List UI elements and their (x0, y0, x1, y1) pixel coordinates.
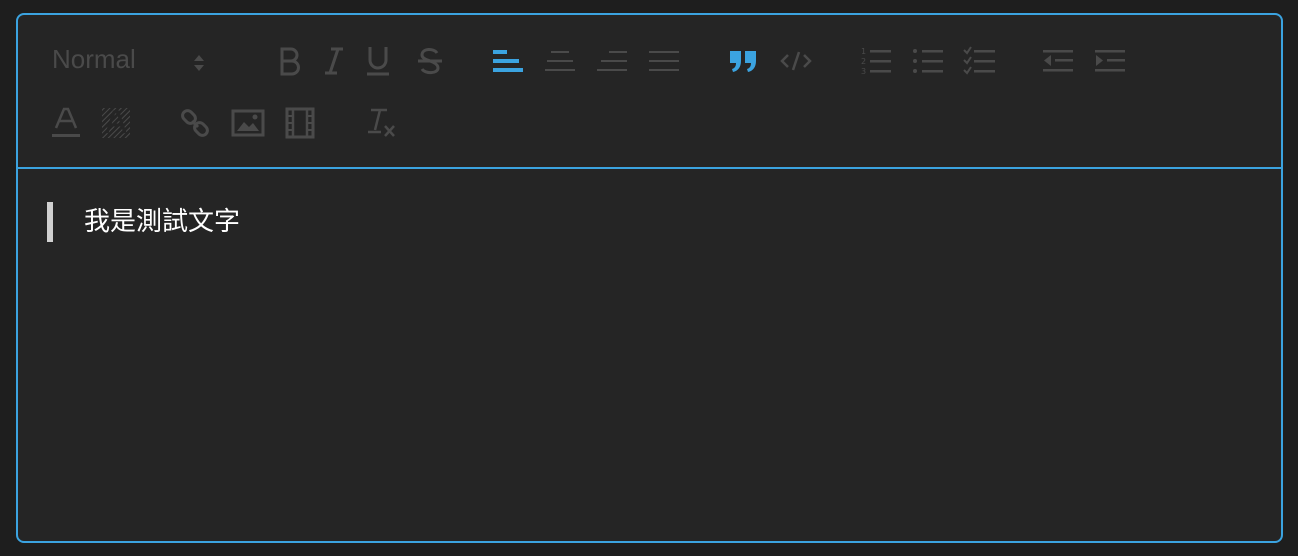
blockquote-button[interactable] (724, 41, 764, 81)
clear-format-icon (368, 108, 395, 137)
header-select[interactable]: Normal (52, 39, 212, 79)
text-color-button[interactable] (46, 103, 86, 143)
image-button[interactable] (228, 103, 268, 143)
underline-icon (367, 47, 389, 76)
editor-content[interactable]: 我是測試文字 (18, 169, 1281, 541)
underline-button[interactable] (358, 41, 398, 81)
svg-text:3: 3 (861, 67, 866, 76)
align-left-icon (493, 50, 523, 72)
align-center-icon (545, 51, 575, 71)
image-icon (231, 109, 265, 137)
align-left-button[interactable] (488, 41, 528, 81)
text-color-icon (52, 107, 80, 137)
check-list-icon (963, 46, 995, 75)
ordered-list-button[interactable]: 1 2 3 (856, 41, 896, 81)
bold-button[interactable] (270, 41, 310, 81)
link-icon (181, 109, 209, 137)
blockquote-bar (47, 202, 53, 242)
ordered-list-icon: 1 2 3 (861, 47, 891, 76)
strikethrough-icon (418, 48, 442, 75)
bold-icon (280, 47, 300, 76)
blockquote-icon (730, 51, 756, 72)
background-color-icon (102, 108, 130, 138)
indent-button[interactable] (1090, 41, 1130, 81)
bullet-list-icon (913, 49, 943, 73)
video-icon (285, 107, 315, 139)
outdent-button[interactable] (1038, 41, 1078, 81)
italic-icon (325, 47, 343, 75)
header-select-value: Normal (52, 43, 136, 74)
svg-text:1: 1 (861, 47, 866, 56)
background-color-button[interactable] (96, 103, 136, 143)
svg-text:2: 2 (861, 57, 866, 66)
italic-button[interactable] (314, 41, 354, 81)
align-center-button[interactable] (540, 41, 580, 81)
clear-format-button[interactable] (362, 103, 402, 143)
select-arrows-icon (192, 49, 206, 80)
rich-text-editor: Normal 1 2 3 我是測試文字 (16, 13, 1283, 543)
blockquote-text[interactable]: 我是測試文字 (84, 202, 240, 242)
align-justify-icon (649, 51, 679, 71)
strike-button[interactable] (410, 41, 450, 81)
link-button[interactable] (176, 103, 216, 143)
align-right-button[interactable] (592, 41, 632, 81)
bullet-list-button[interactable] (908, 41, 948, 81)
video-button[interactable] (280, 103, 320, 143)
code-block-button[interactable] (776, 41, 816, 81)
code-icon (780, 51, 812, 71)
check-list-button[interactable] (960, 41, 1000, 81)
outdent-icon (1043, 50, 1073, 72)
align-right-icon (597, 51, 627, 71)
align-justify-button[interactable] (644, 41, 684, 81)
indent-icon (1095, 50, 1125, 72)
editor-toolbar: Normal 1 2 3 (18, 15, 1281, 169)
